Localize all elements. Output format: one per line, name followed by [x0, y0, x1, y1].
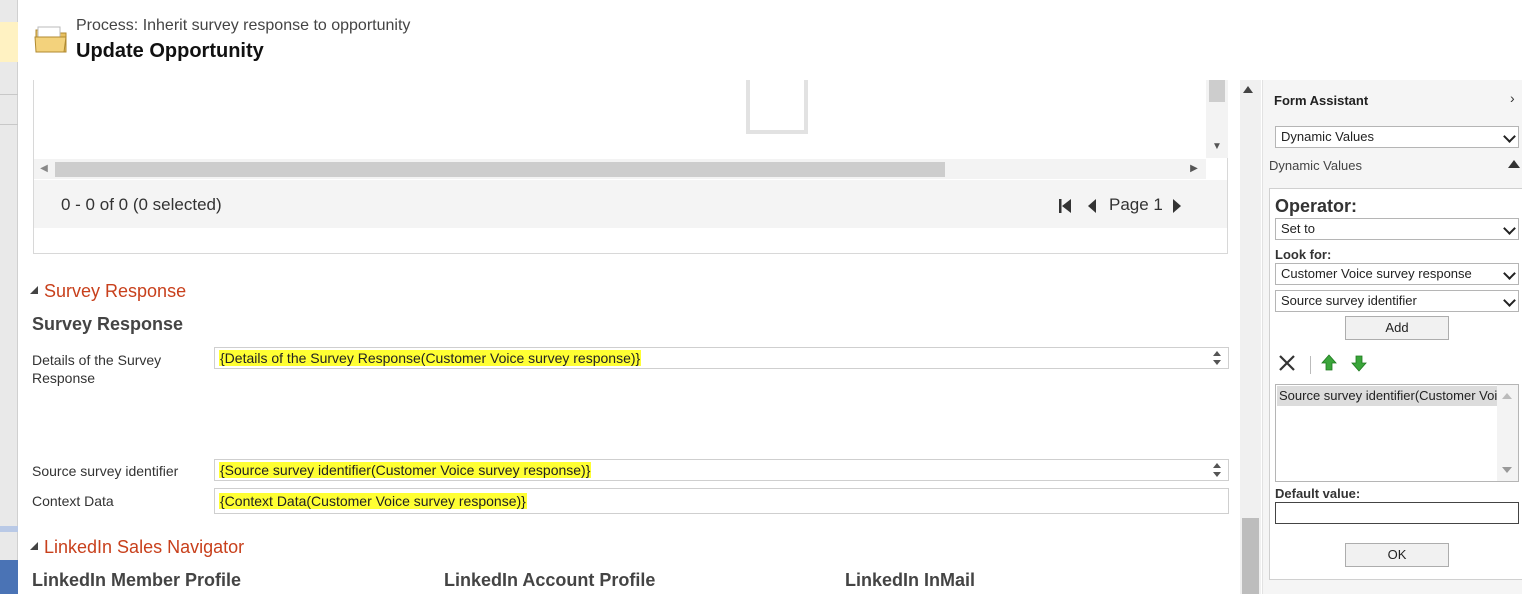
operator-value: Set to — [1281, 221, 1315, 236]
toolbar-divider — [1310, 356, 1311, 374]
grid-horizontal-scroll-thumb[interactable] — [55, 162, 945, 177]
linkedin-account-profile-title: LinkedIn Account Profile — [444, 570, 656, 590]
field-label-source-survey-identifier: Source survey identifier — [32, 463, 179, 479]
form-assistant-mode-value: Dynamic Values — [1281, 129, 1374, 144]
look-for-entity-select[interactable]: Customer Voice survey response — [1275, 263, 1519, 285]
scroll-right-icon[interactable]: ▶ — [1186, 160, 1202, 178]
spinner-icon[interactable] — [1210, 461, 1224, 479]
look-for-entity-value: Customer Voice survey response — [1281, 266, 1472, 281]
page-vertical-scrollbar[interactable] — [1240, 80, 1261, 594]
list-item[interactable]: Source survey identifier(Customer Voice … — [1277, 386, 1497, 406]
left-strip-divider — [0, 94, 18, 95]
page-title: Update Opportunity — [76, 40, 264, 62]
left-strip-active[interactable] — [0, 560, 18, 594]
folder-icon — [34, 26, 67, 53]
process-label: Process: Inherit survey response to oppo… — [76, 17, 411, 34]
form-assistant-title: Form Assistant — [1274, 93, 1369, 108]
default-value-input[interactable] — [1275, 502, 1519, 524]
spinner-icon[interactable] — [1210, 349, 1224, 367]
move-up-icon[interactable] — [1321, 354, 1337, 372]
scroll-down-icon[interactable]: ▼ — [1206, 140, 1228, 154]
add-button[interactable]: Add — [1345, 316, 1449, 340]
listbox-scrollbar[interactable] — [1497, 385, 1518, 481]
linkedin-inmail-title: LinkedIn InMail — [845, 570, 976, 590]
scroll-up-icon[interactable] — [1243, 86, 1253, 93]
left-strip-accent — [0, 526, 18, 532]
page-scroll-thumb[interactable] — [1242, 518, 1259, 594]
subsection-title-survey-response: Survey Response — [32, 314, 184, 334]
left-strip-divider — [0, 124, 18, 125]
delete-icon[interactable] — [1278, 354, 1296, 372]
operator-select[interactable]: Set to — [1275, 218, 1519, 240]
chevron-down-icon — [1503, 130, 1516, 143]
look-for-label: Look for: — [1275, 247, 1332, 262]
section-title-linkedin[interactable]: LinkedIn Sales Navigator — [44, 537, 244, 558]
details-field[interactable]: {Details of the Survey Response(Customer… — [214, 347, 1229, 369]
section-title-survey-response[interactable]: Survey Response — [44, 281, 186, 302]
look-for-field-select[interactable]: Source survey identifier — [1275, 290, 1519, 312]
operator-label: Operator: — [1275, 196, 1358, 216]
scroll-up-icon[interactable] — [1502, 393, 1512, 399]
source-survey-identifier-field[interactable]: {Source survey identifier(Customer Voice… — [214, 459, 1229, 481]
field-label-context-data: Context Data — [32, 493, 114, 509]
field-label-details: Details of the Survey Response — [32, 352, 162, 386]
chevron-down-icon — [1503, 294, 1516, 307]
chevron-right-icon[interactable]: › — [1510, 90, 1515, 106]
look-for-field-value: Source survey identifier — [1281, 293, 1417, 308]
ok-button[interactable]: OK — [1345, 543, 1449, 567]
move-down-icon[interactable] — [1351, 354, 1367, 372]
collapse-triangle-icon[interactable] — [30, 286, 38, 294]
next-page-icon[interactable] — [1170, 196, 1184, 216]
collapse-up-icon[interactable] — [1508, 160, 1520, 168]
chevron-down-icon — [1503, 222, 1516, 235]
left-navigation-strip — [0, 0, 18, 594]
linkedin-member-profile-title: LinkedIn Member Profile — [32, 570, 242, 590]
context-data-field[interactable]: {Context Data(Customer Voice survey resp… — [214, 488, 1229, 514]
first-page-icon[interactable] — [1057, 196, 1073, 216]
previous-page-icon[interactable] — [1085, 196, 1099, 216]
left-strip-highlight — [0, 22, 18, 62]
default-value-label: Default value: — [1275, 486, 1361, 501]
scroll-down-icon[interactable] — [1502, 467, 1512, 473]
chevron-down-icon — [1503, 267, 1516, 280]
collapse-triangle-icon[interactable] — [30, 542, 38, 550]
form-assistant-mode-select[interactable]: Dynamic Values — [1275, 126, 1519, 148]
context-data-value: {Context Data(Customer Voice survey resp… — [219, 493, 527, 509]
details-field-value: {Details of the Survey Response(Customer… — [219, 350, 642, 366]
grid-vertical-scroll-thumb[interactable] — [1209, 80, 1225, 102]
dynamic-values-label: Dynamic Values — [1269, 158, 1362, 173]
source-survey-identifier-value: {Source survey identifier(Customer Voice… — [219, 462, 592, 478]
scroll-left-icon[interactable]: ◀ — [36, 160, 52, 178]
record-count: 0 - 0 of 0 (0 selected) — [61, 195, 222, 214]
empty-document-icon — [746, 80, 808, 134]
page-number: Page 1 — [1109, 195, 1163, 214]
